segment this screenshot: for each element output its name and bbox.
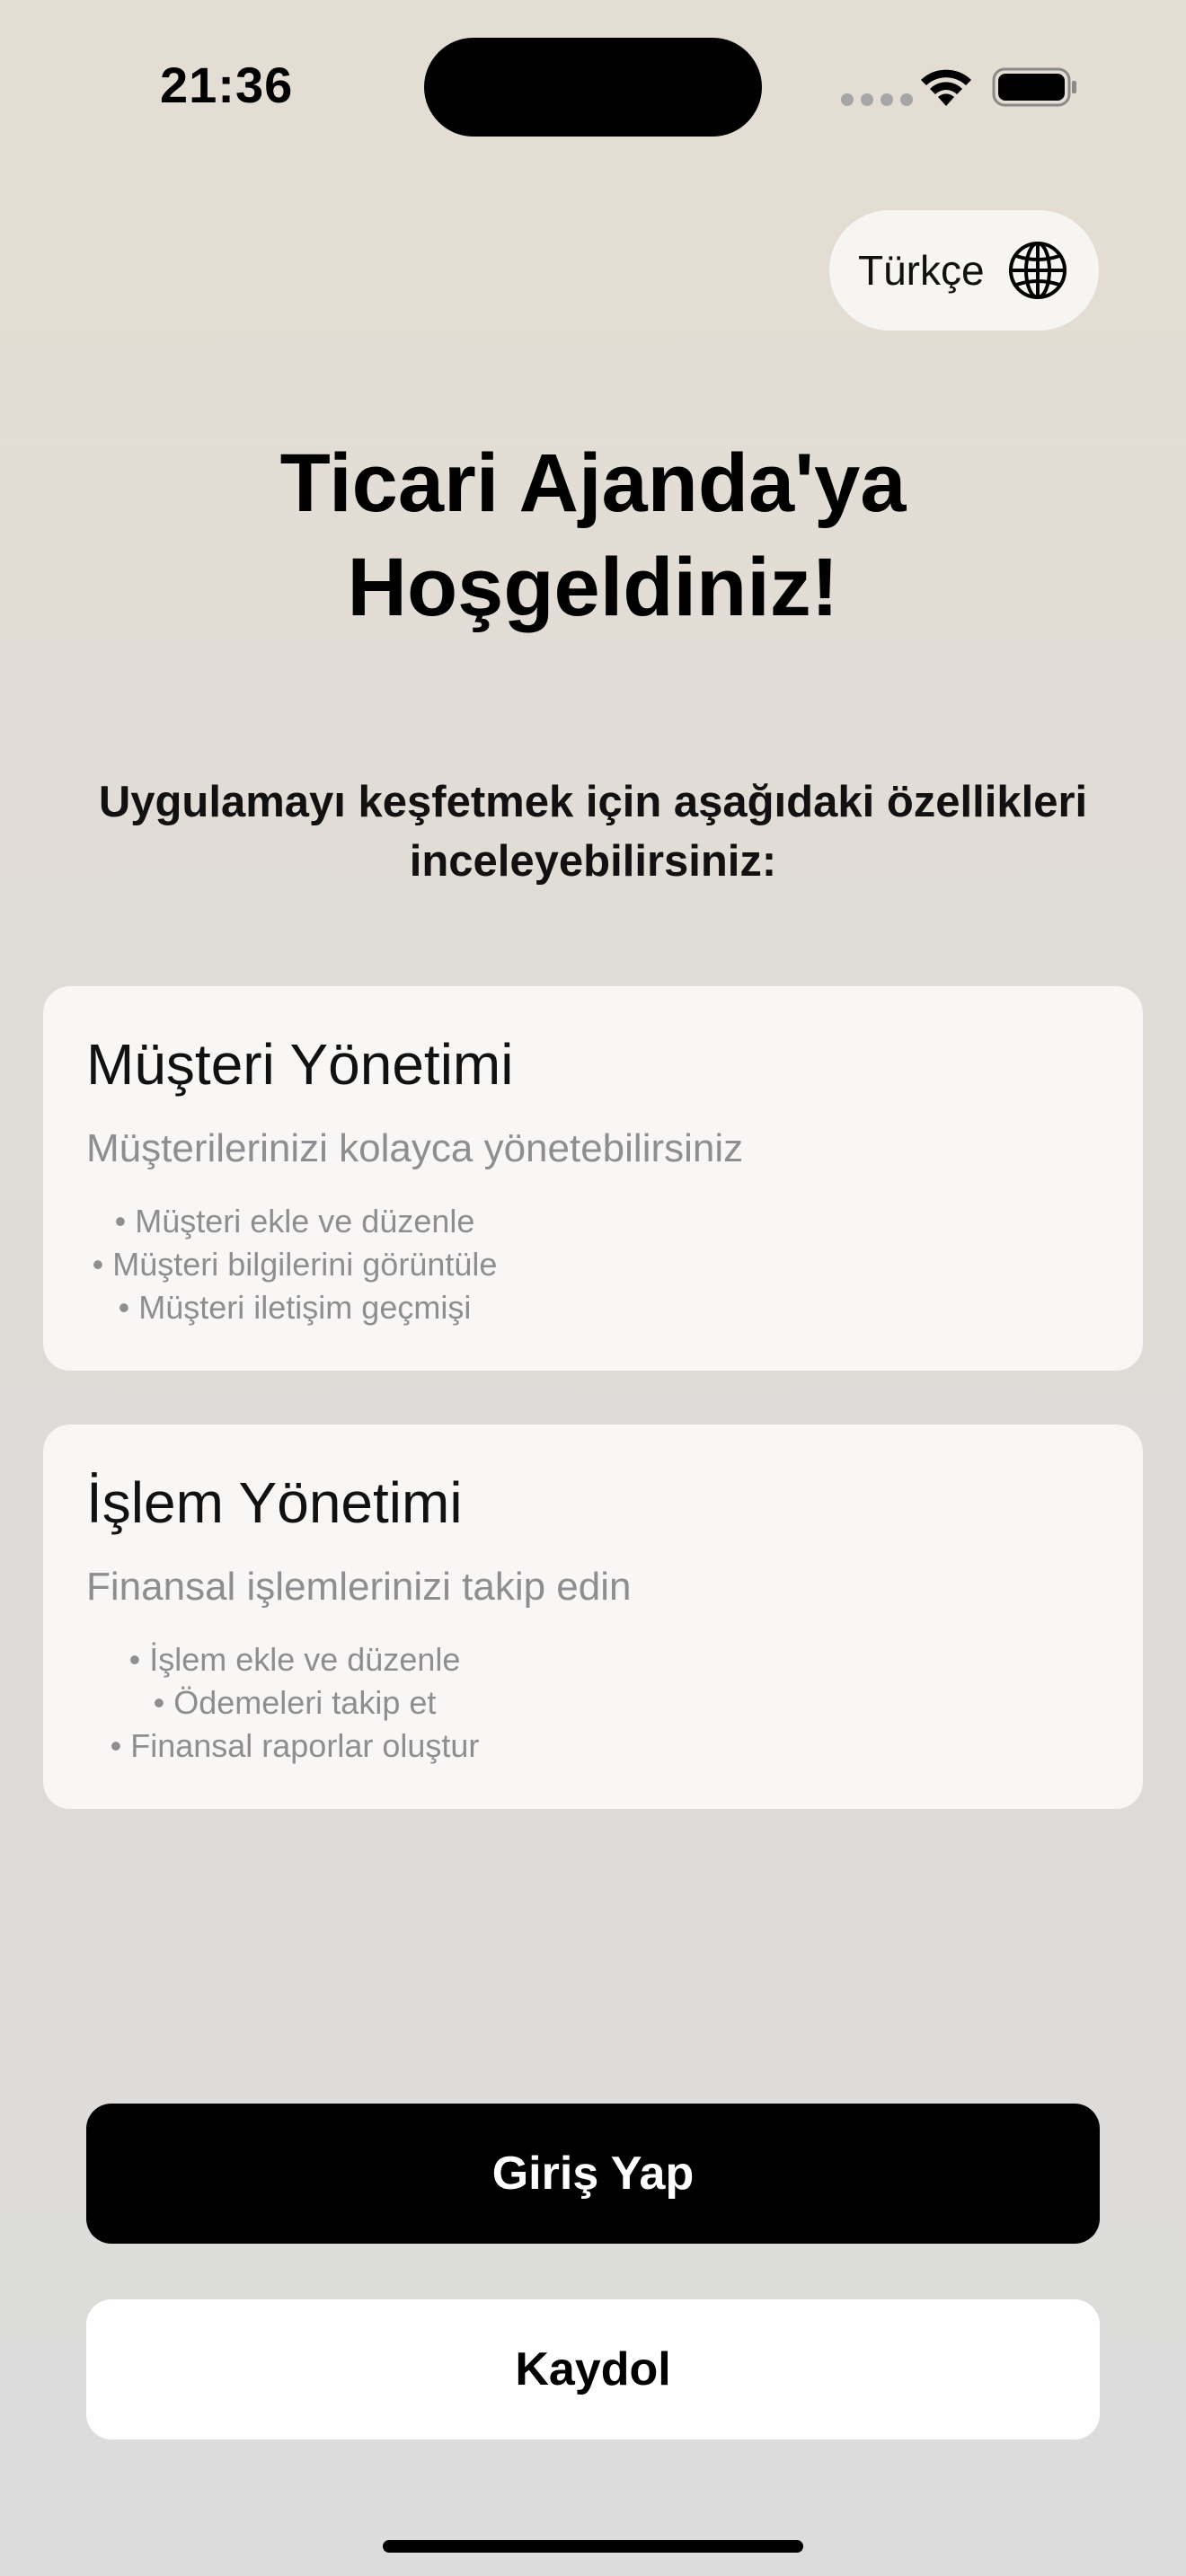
- feature-bullet: Müşteri bilgilerini görüntüle: [43, 1243, 546, 1286]
- login-button[interactable]: Giriş Yap: [86, 2104, 1100, 2244]
- dynamic-island: [424, 38, 762, 137]
- feature-card-description: Finansal işlemlerinizi takip edin: [86, 1565, 632, 1609]
- feature-card-title: Müşteri Yönetimi: [86, 1032, 514, 1097]
- status-time: 21:36: [160, 57, 294, 113]
- feature-card-transaction-management: İşlem Yönetimi Finansal işlemlerinizi ta…: [43, 1425, 1143, 1809]
- cellular-signal-icon: [841, 93, 913, 106]
- home-indicator: [383, 2540, 803, 2553]
- welcome-title-line-1: Ticari Ajanda'ya: [279, 437, 907, 529]
- welcome-title-line-2: Hoşgeldiniz!: [347, 542, 839, 633]
- welcome-subtitle: Uygulamayı keşfetmek için aşağıdaki özel…: [72, 772, 1114, 891]
- feature-bullet: Finansal raporlar oluştur: [43, 1725, 546, 1768]
- feature-bullet: Müşteri ekle ve düzenle: [43, 1200, 546, 1243]
- welcome-subtitle-line-2: inceleyebilirsiniz:: [409, 837, 777, 886]
- battery-icon: [992, 67, 1076, 107]
- feature-bullet: İşlem ekle ve düzenle: [43, 1638, 546, 1681]
- feature-card-customer-management: Müşteri Yönetimi Müşterilerinizi kolayca…: [43, 986, 1143, 1371]
- feature-bullet: Müşteri iletişim geçmişi: [43, 1286, 546, 1329]
- feature-bullet-list: İşlem ekle ve düzenle Ödemeleri takip et…: [43, 1638, 546, 1768]
- welcome-subtitle-line-1: Uygulamayı keşfetmek için aşağıdaki özel…: [98, 778, 1088, 826]
- welcome-screen: 21:36 Türkçe Ticari Ajanda'ya Hoşgeldini…: [0, 0, 1186, 2576]
- feature-bullet-list: Müşteri ekle ve düzenle Müşteri bilgiler…: [43, 1200, 546, 1329]
- signup-button[interactable]: Kaydol: [86, 2299, 1100, 2439]
- feature-card-title: İşlem Yönetimi: [86, 1470, 463, 1535]
- language-label: Türkçe: [858, 247, 985, 294]
- wifi-icon: [921, 69, 971, 106]
- welcome-title: Ticari Ajanda'ya Hoşgeldiniz!: [0, 431, 1186, 640]
- feature-bullet: Ödemeleri takip et: [43, 1681, 546, 1725]
- globe-icon: [1009, 242, 1067, 299]
- feature-card-description: Müşterilerinizi kolayca yönetebilirsiniz: [86, 1126, 744, 1170]
- language-selector-button[interactable]: Türkçe: [829, 210, 1099, 331]
